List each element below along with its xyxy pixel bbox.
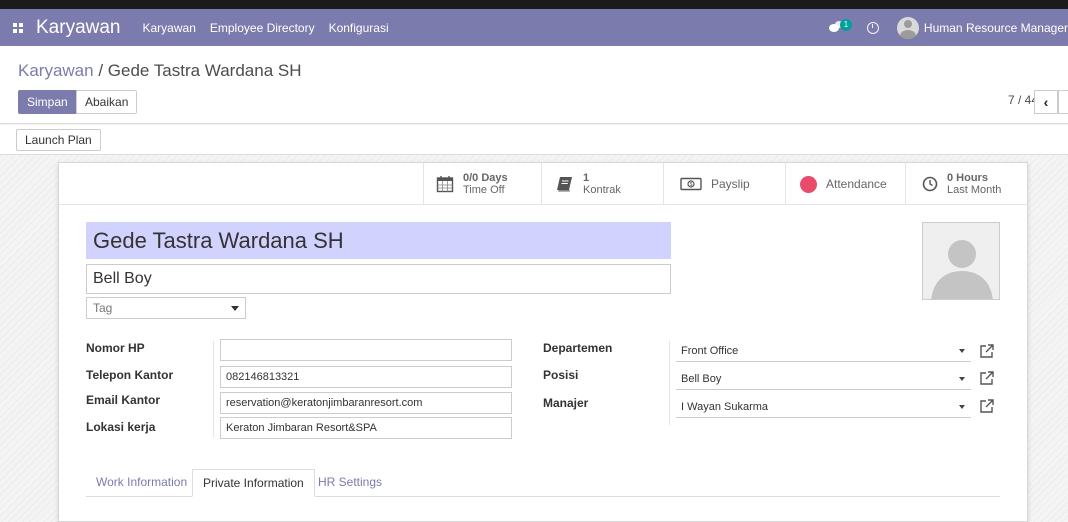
nav-menu: Karyawan Employee Directory Konfigurasi: [143, 21, 389, 35]
time-off-stat: 0/0 Days Time Off: [463, 172, 508, 196]
external-link-icon[interactable]: [979, 343, 995, 359]
top-strip: [0, 0, 1068, 9]
user-menu[interactable]: Human Resource Manager: [924, 21, 1068, 35]
payslip-label: Payslip: [711, 177, 750, 191]
field-separator: [213, 341, 214, 437]
contracts-stat: 1 Kontrak: [583, 172, 621, 196]
breadcrumb: Karyawan / Gede Tastra Wardana SH: [18, 61, 302, 81]
svg-text:$: $: [690, 182, 693, 188]
activity-clock-icon[interactable]: [866, 21, 879, 34]
avatar-placeholder-icon: [923, 223, 999, 299]
breadcrumb-separator: /: [93, 61, 108, 80]
control-panel: Karyawan / Gede Tastra Wardana SH Simpan…: [0, 46, 1068, 124]
department-value: Front Office: [681, 345, 739, 357]
user-avatar[interactable]: [896, 16, 919, 39]
external-link-icon[interactable]: [979, 370, 995, 386]
chevron-down-icon: [959, 349, 965, 353]
department-select[interactable]: Front Office: [676, 340, 971, 362]
chevron-down-icon: [959, 377, 965, 381]
hours-value: 0 Hours: [947, 172, 988, 184]
position-label: Posisi: [543, 368, 579, 382]
hours-smart-button[interactable]: 0 Hours Last Month: [905, 163, 1027, 205]
manager-value: I Wayan Sukarma: [681, 401, 769, 413]
work-phone-label: Telepon Kantor: [86, 368, 174, 382]
nav-menu-employee-directory[interactable]: Employee Directory: [210, 21, 315, 35]
hours-label: Last Month: [947, 184, 1002, 196]
breadcrumb-current: Gede Tastra Wardana SH: [107, 61, 302, 80]
manager-select[interactable]: I Wayan Sukarma: [676, 396, 971, 418]
book-icon: [557, 177, 572, 192]
time-off-smart-button[interactable]: 0/0 Days Time Off: [423, 163, 541, 205]
nav-menu-konfigurasi[interactable]: Konfigurasi: [329, 21, 389, 35]
position-select[interactable]: Bell Boy: [676, 368, 971, 390]
launch-plan-button[interactable]: Launch Plan: [16, 129, 101, 151]
mobile-label: Nomor HP: [86, 341, 145, 355]
chat-icon[interactable]: 1: [825, 18, 855, 38]
tab-private-information[interactable]: Private Information: [192, 469, 315, 497]
nav-menu-karyawan[interactable]: Karyawan: [143, 21, 196, 35]
tab-hr-settings[interactable]: HR Settings: [308, 469, 392, 497]
apps-grid-icon[interactable]: [0, 9, 36, 46]
time-off-value: 0/0 Days: [463, 172, 508, 184]
tab-work-information[interactable]: Work Information: [86, 469, 197, 497]
form-statusbar: Launch Plan: [0, 125, 1068, 155]
department-label: Departemen: [543, 341, 613, 355]
time-off-label: Time Off: [463, 184, 505, 196]
tag-select[interactable]: Tag: [86, 297, 246, 319]
employee-photo[interactable]: [922, 222, 1000, 300]
calendar-icon: [436, 176, 454, 193]
work-location-label: Lokasi kerja: [86, 420, 156, 434]
chevron-down-icon: [959, 405, 965, 409]
attendance-status-icon: [800, 175, 817, 193]
work-location-input[interactable]: Keraton Jimbaran Resort&SPA: [220, 417, 512, 439]
payslip-smart-button[interactable]: $ Payslip: [663, 163, 785, 205]
chat-badge: 1: [839, 18, 852, 31]
clock-icon: [922, 176, 938, 192]
tag-placeholder: Tag: [93, 301, 113, 315]
mobile-input[interactable]: [220, 339, 512, 361]
discard-button[interactable]: Abaikan: [76, 90, 138, 114]
position-value: Bell Boy: [681, 373, 722, 385]
work-email-label: Email Kantor: [86, 393, 161, 407]
attendance-smart-button[interactable]: Attendance: [785, 163, 905, 205]
notebook-tabs: Work Information Private Information HR …: [86, 469, 1000, 497]
employee-name-input[interactable]: Gede Tastra Wardana SH: [86, 222, 671, 259]
contracts-smart-button[interactable]: 1 Kontrak: [541, 163, 663, 205]
work-email-input[interactable]: reservation@keratonjimbaranresort.com: [220, 392, 512, 414]
nav-systray: 1 Human Resource Manager: [825, 9, 1068, 46]
work-phone-input[interactable]: 082146813321: [220, 366, 512, 388]
breadcrumb-parent[interactable]: Karyawan: [18, 61, 94, 80]
contracts-value: 1: [583, 172, 590, 184]
form-sheet: 0/0 Days Time Off 1 Kontrak $ Payslip At…: [58, 162, 1028, 522]
manager-label: Manajer: [543, 396, 589, 410]
money-icon: $: [680, 177, 702, 191]
attendance-label: Attendance: [826, 177, 887, 191]
smart-button-box: 0/0 Days Time Off 1 Kontrak $ Payslip At…: [59, 163, 1027, 205]
chevron-down-icon: [231, 306, 239, 311]
job-title-input[interactable]: Bell Boy: [86, 264, 671, 294]
contracts-label: Kontrak: [583, 184, 621, 196]
save-button[interactable]: Simpan: [18, 90, 77, 114]
app-brand[interactable]: Karyawan: [36, 17, 121, 39]
field-separator-right: [669, 341, 670, 425]
external-link-icon[interactable]: [979, 398, 995, 414]
main-navbar: Karyawan Karyawan Employee Directory Kon…: [0, 9, 1068, 46]
hours-stat: 0 Hours Last Month: [947, 172, 1001, 196]
pager-next-button[interactable]: ›: [1058, 90, 1068, 114]
pager-previous-button[interactable]: ‹: [1034, 90, 1058, 114]
